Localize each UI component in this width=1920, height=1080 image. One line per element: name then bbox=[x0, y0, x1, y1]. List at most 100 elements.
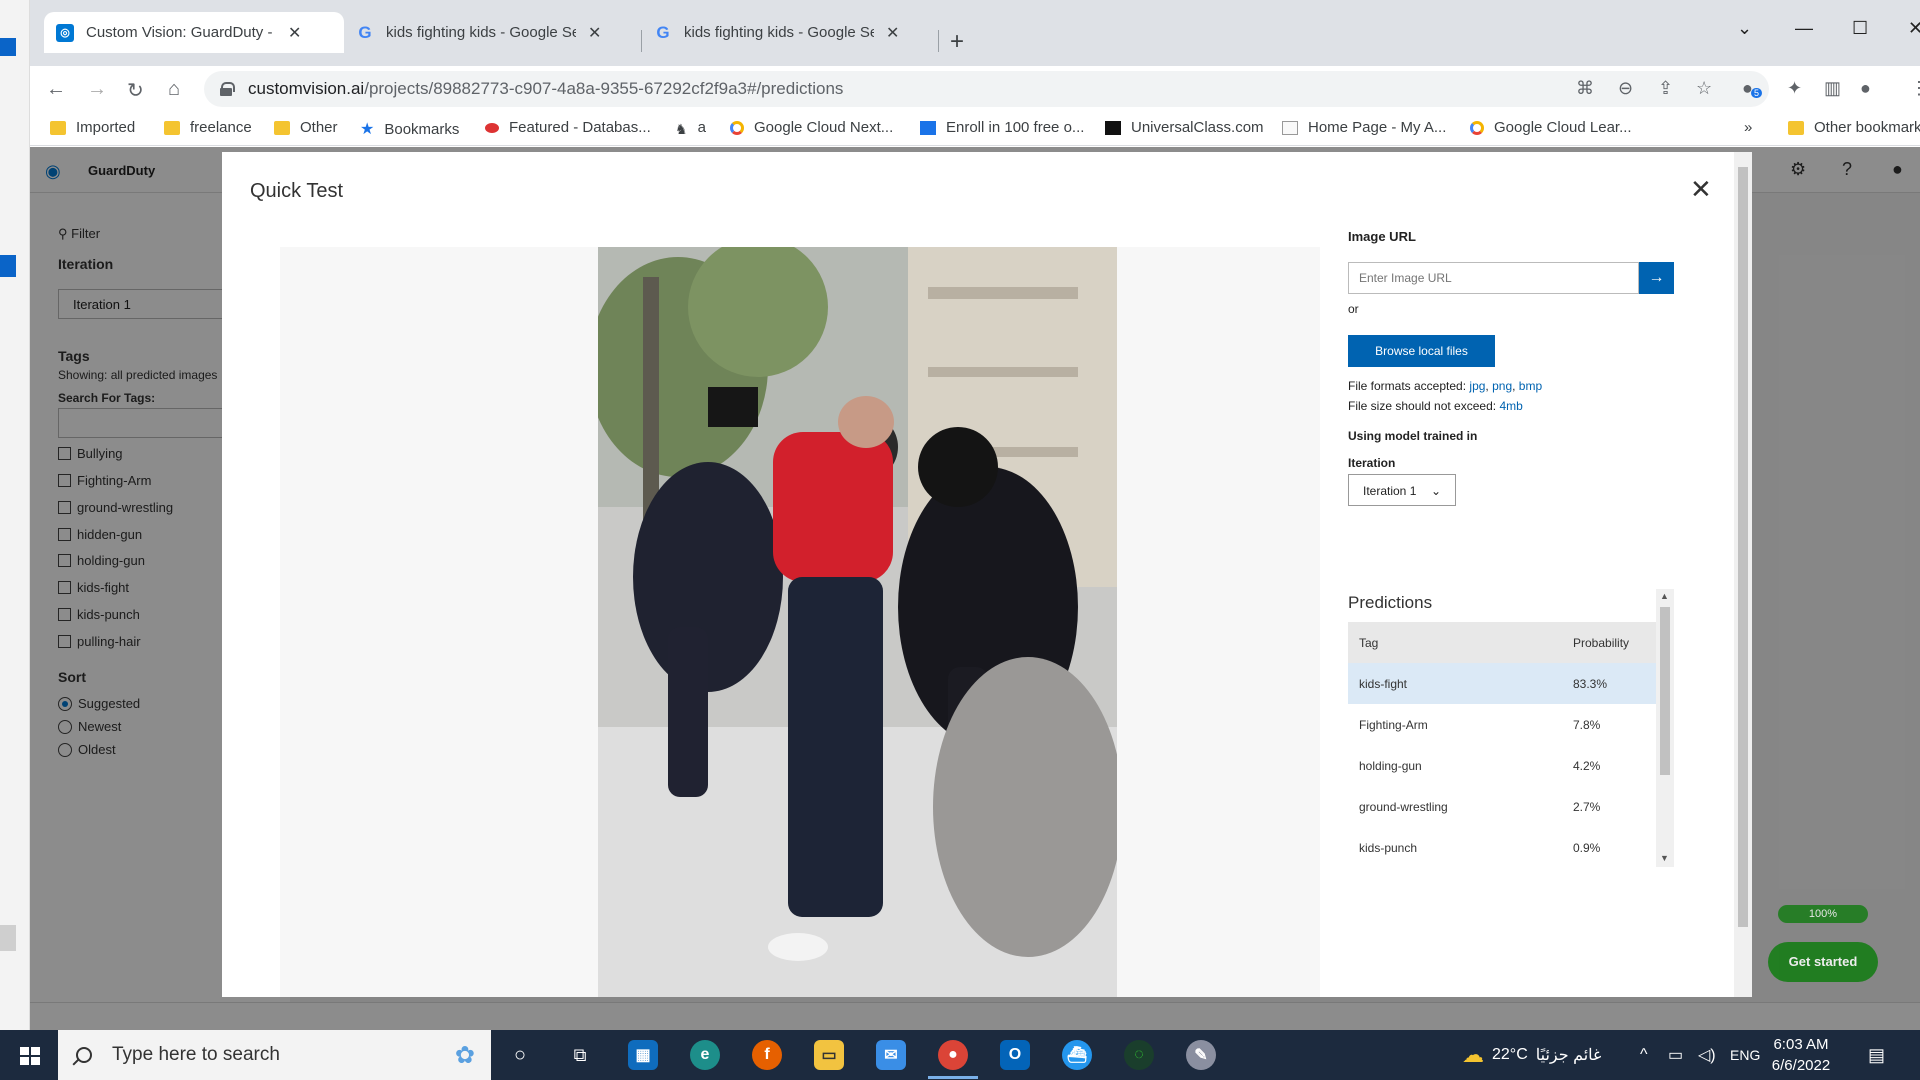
iteration-dropdown[interactable]: Iteration 1 ⌄ bbox=[1348, 474, 1456, 506]
modal-scrollbar[interactable] bbox=[1734, 152, 1752, 997]
outlook-icon[interactable]: O bbox=[1000, 1040, 1030, 1070]
arrow-right-icon: → bbox=[1648, 269, 1665, 286]
folder-icon bbox=[164, 120, 180, 135]
desktop-edge bbox=[0, 0, 30, 1030]
file-size-text: File size should not exceed: 4mb bbox=[1348, 399, 1523, 413]
tab-google-search-1[interactable]: G kids fighting kids - Google Searc ✕ bbox=[344, 12, 639, 53]
image-preview bbox=[280, 247, 1320, 997]
close-icon[interactable]: ✕ bbox=[588, 23, 601, 43]
menu-icon[interactable]: ⋮ bbox=[1910, 78, 1920, 99]
chrome-icon[interactable]: ● bbox=[928, 1040, 978, 1079]
bookmark-other[interactable]: Other bbox=[274, 119, 338, 136]
get-started-button[interactable]: Get started bbox=[1768, 942, 1878, 982]
modal-title: Quick Test bbox=[250, 180, 343, 202]
tab-search-icon[interactable]: ⌄ bbox=[1737, 18, 1752, 39]
home-icon[interactable]: ⌂ bbox=[168, 78, 180, 101]
progress-badge: 100% bbox=[1778, 905, 1868, 923]
reload-icon[interactable]: ↻ bbox=[127, 78, 144, 103]
bookmark-bookmarks[interactable]: ★ Bookmarks bbox=[360, 119, 459, 139]
scroll-up-icon[interactable]: ▲ bbox=[1660, 591, 1669, 601]
star-icon: ★ bbox=[360, 121, 375, 138]
quick-test-modal: Quick Test ✕ Image URL Enter Image URL →… bbox=[222, 152, 1752, 997]
sync-app-icon[interactable]: ◌ bbox=[1124, 1040, 1154, 1070]
table-row[interactable]: kids-punch 0.9% bbox=[1348, 827, 1656, 867]
firefox-icon[interactable]: f bbox=[752, 1040, 782, 1070]
cortana-icon[interactable]: ○ bbox=[505, 1040, 535, 1070]
tab-google-search-2[interactable]: G kids fighting kids - Google Searc ✕ bbox=[642, 12, 937, 53]
bookmark-a[interactable]: ♞ a bbox=[675, 119, 706, 137]
close-icon[interactable]: ✕ bbox=[886, 23, 899, 43]
maximize-icon[interactable]: ☐ bbox=[1852, 18, 1868, 39]
file-explorer-icon[interactable]: ▭ bbox=[814, 1040, 844, 1070]
mail-icon[interactable]: ✉ bbox=[876, 1040, 906, 1070]
task-view-icon[interactable]: ⧉ bbox=[565, 1040, 595, 1070]
side-panel-icon[interactable]: ▥ bbox=[1824, 78, 1841, 99]
submit-url-button[interactable]: → bbox=[1639, 262, 1674, 294]
enroll-icon bbox=[920, 120, 936, 135]
weather-cloud-icon: ☁ bbox=[1462, 1042, 1484, 1067]
bookmark-imported[interactable]: Imported bbox=[50, 119, 135, 136]
bookmark-home-page[interactable]: Home Page - My A... bbox=[1282, 119, 1446, 136]
table-row[interactable]: Fighting-Arm 7.8% bbox=[1348, 704, 1656, 745]
store-icon[interactable]: ▦ bbox=[628, 1040, 658, 1070]
table-row[interactable]: holding-gun 4.2% bbox=[1348, 745, 1656, 786]
close-window-icon[interactable]: ✕ bbox=[1908, 18, 1920, 39]
folder-icon bbox=[274, 120, 290, 135]
google-cloud-icon bbox=[1470, 120, 1484, 135]
profile-avatar[interactable]: ● bbox=[1860, 78, 1871, 99]
table-row[interactable]: kids-fight 83.3% bbox=[1348, 663, 1656, 704]
table-row[interactable]: ground-wrestling 2.7% bbox=[1348, 786, 1656, 827]
figure-icon: ♞ bbox=[675, 120, 688, 137]
folder-icon bbox=[50, 120, 66, 135]
lock-icon bbox=[220, 82, 235, 96]
docker-icon[interactable]: ⛴ bbox=[1062, 1040, 1092, 1070]
system-clock[interactable]: 6:03 AM 6/6/2022 bbox=[1756, 1034, 1846, 1076]
google-icon: G bbox=[358, 22, 372, 42]
folder-icon bbox=[1788, 120, 1804, 135]
bookmark-freelance[interactable]: freelance bbox=[164, 119, 252, 136]
tray-chevron-icon[interactable]: ^ bbox=[1640, 1030, 1648, 1080]
zoom-icon[interactable]: ⊖ bbox=[1618, 78, 1633, 99]
predictions-scrollbar[interactable]: ▲ ▼ bbox=[1656, 589, 1674, 867]
taskbar: Type here to search ✿ ○ ⧉ ▦ e f ▭ ✉ ● O … bbox=[0, 1030, 1920, 1080]
address-bar[interactable]: customvision.ai/projects/89882773-c907-4… bbox=[204, 71, 1769, 107]
bookmark-universalclass[interactable]: UniversalClass.com bbox=[1105, 119, 1264, 136]
windows-start-icon[interactable] bbox=[20, 1047, 40, 1065]
scroll-down-icon[interactable]: ▼ bbox=[1660, 853, 1669, 863]
translate-icon[interactable]: ⌘ bbox=[1576, 78, 1594, 99]
paint-icon[interactable]: ✎ bbox=[1186, 1040, 1216, 1070]
test-image bbox=[598, 247, 1117, 997]
minimize-icon[interactable]: — bbox=[1795, 18, 1813, 39]
taskbar-search[interactable]: Type here to search ✿ bbox=[58, 1030, 491, 1080]
chevron-down-icon: ⌄ bbox=[1430, 484, 1441, 498]
google-icon: G bbox=[656, 22, 670, 42]
edge-icon[interactable]: e bbox=[690, 1040, 720, 1070]
universalclass-icon bbox=[1105, 120, 1121, 135]
search-icon bbox=[76, 1047, 92, 1063]
browse-local-files-button[interactable]: Browse local files bbox=[1348, 335, 1495, 367]
tab-custom-vision[interactable]: ◎ Custom Vision: GuardDuty - Pred ✕ bbox=[44, 12, 344, 53]
bookmark-featured[interactable]: Featured - Databas... bbox=[485, 119, 651, 136]
other-bookmarks[interactable]: Other bookmarks bbox=[1788, 119, 1920, 136]
close-icon[interactable]: ✕ bbox=[288, 23, 301, 43]
bookmarks-overflow-icon[interactable]: » bbox=[1744, 119, 1752, 136]
extension-icon[interactable]: ● 5 bbox=[1742, 78, 1763, 99]
extension-badge: 5 bbox=[1751, 88, 1763, 98]
close-icon[interactable]: ✕ bbox=[1690, 174, 1712, 205]
predictions-table: Tag Probability kids-fight 83.3% Fighting-… bbox=[1348, 622, 1656, 867]
new-tab-button[interactable]: + bbox=[950, 28, 964, 56]
test-photo-illustration bbox=[598, 247, 1117, 997]
volume-icon[interactable]: ◁) bbox=[1698, 1030, 1716, 1080]
bookmark-google-cloud-learn[interactable]: Google Cloud Lear... bbox=[1470, 119, 1632, 136]
puzzle-icon[interactable]: ✦ bbox=[1787, 78, 1802, 99]
bookmark-google-cloud-next[interactable]: Google Cloud Next... bbox=[730, 119, 893, 136]
back-icon[interactable]: ← bbox=[46, 78, 66, 101]
forward-icon[interactable]: → bbox=[87, 78, 107, 101]
image-url-input[interactable] bbox=[1348, 262, 1639, 294]
share-icon[interactable]: ⇪ bbox=[1658, 78, 1673, 99]
weather-widget[interactable]: ☁ 22°C غائم جزئيًا bbox=[1462, 1030, 1601, 1080]
bookmark-enroll[interactable]: Enroll in 100 free o... bbox=[920, 119, 1084, 136]
bookmark-star-icon[interactable]: ☆ bbox=[1696, 78, 1712, 99]
network-icon[interactable]: ▭ bbox=[1668, 1030, 1683, 1080]
notifications-icon[interactable]: ▤ bbox=[1868, 1030, 1885, 1080]
